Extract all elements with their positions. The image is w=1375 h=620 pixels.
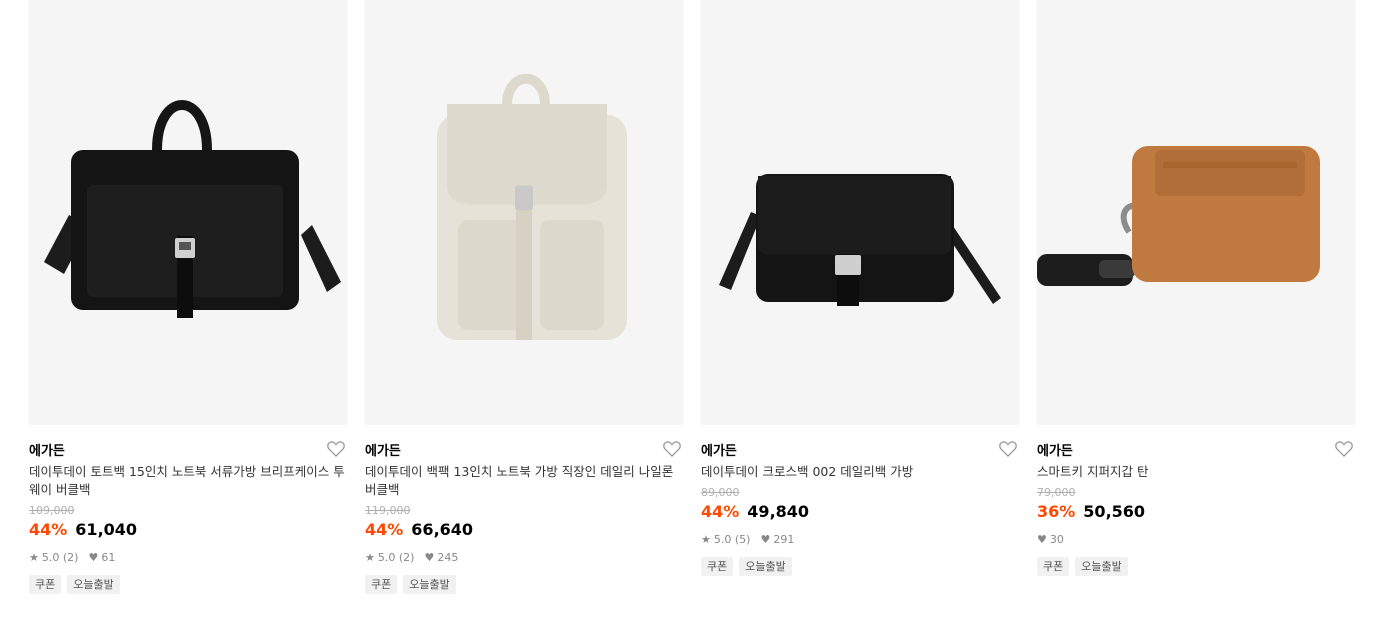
- product-title[interactable]: 데이투데이 토트백 15인치 노트북 서류가방 브리프케이스 투웨이 버클백: [29, 463, 347, 499]
- product-card[interactable]: 에가든 데이투데이 크로스백 002 데일리백 가방 89,000 44% 49…: [701, 0, 1019, 594]
- product-grid: 에가든 데이투데이 토트백 15인치 노트북 서류가방 브리프케이스 투웨이 버…: [29, 0, 1355, 594]
- product-brand[interactable]: 에가든: [701, 440, 737, 459]
- today-shipping-tag: 오늘출발: [67, 575, 120, 594]
- today-shipping-tag: 오늘출발: [739, 557, 792, 576]
- heart-icon[interactable]: [1334, 439, 1354, 459]
- discount-rate: 44%: [701, 502, 740, 521]
- rating: 5.0 (5): [713, 533, 751, 546]
- like-count: 291: [773, 533, 795, 546]
- discount-rate: 44%: [365, 520, 404, 539]
- product-brand[interactable]: 에가든: [1037, 440, 1073, 459]
- product-title[interactable]: 스마트키 지퍼지갑 탄: [1037, 463, 1355, 481]
- product-brand[interactable]: 에가든: [29, 440, 65, 459]
- heart-icon[interactable]: [998, 439, 1018, 459]
- like-count: 30: [1049, 533, 1064, 546]
- coupon-tag: 쿠폰: [701, 557, 734, 576]
- product-card[interactable]: 에가든 데이투데이 백팩 13인치 노트북 가방 직장인 데일리 나일론 버클백…: [365, 0, 683, 594]
- original-price: 119,000: [365, 504, 411, 517]
- product-title[interactable]: 데이투데이 크로스백 002 데일리백 가방: [701, 463, 1019, 481]
- heart-small-icon: ♥: [424, 551, 435, 564]
- backpack-icon: [437, 73, 627, 340]
- original-price: 79,000: [1037, 486, 1076, 499]
- sale-price: 61,040: [75, 520, 138, 539]
- discount-rate: 44%: [29, 520, 68, 539]
- product-card[interactable]: 에가든 데이투데이 토트백 15인치 노트북 서류가방 브리프케이스 투웨이 버…: [29, 0, 347, 594]
- today-shipping-tag: 오늘출발: [403, 575, 456, 594]
- product-image[interactable]: [365, 0, 683, 425]
- crossbody-bag-icon: [719, 174, 1001, 306]
- coupon-tag: 쿠폰: [365, 575, 398, 594]
- heart-icon[interactable]: [662, 439, 682, 459]
- like-count: 245: [437, 551, 459, 564]
- like-count: 61: [101, 551, 116, 564]
- sale-price: 50,560: [1083, 502, 1146, 521]
- product-brand[interactable]: 에가든: [365, 440, 401, 459]
- heart-icon[interactable]: [326, 439, 346, 459]
- coupon-tag: 쿠폰: [1037, 557, 1070, 576]
- today-shipping-tag: 오늘출발: [1075, 557, 1128, 576]
- product-image[interactable]: [701, 0, 1019, 425]
- discount-rate: 36%: [1037, 502, 1076, 521]
- sale-price: 49,840: [747, 502, 810, 521]
- original-price: 89,000: [701, 486, 740, 499]
- heart-small-icon: ♥: [1037, 533, 1047, 546]
- rating: 5.0 (2): [41, 551, 79, 564]
- product-image[interactable]: [1037, 0, 1355, 425]
- coupon-tag: 쿠폰: [29, 575, 62, 594]
- briefcase-icon: [44, 100, 341, 318]
- star-icon: ★: [365, 551, 375, 564]
- heart-small-icon: ♥: [88, 551, 99, 564]
- product-title[interactable]: 데이투데이 백팩 13인치 노트북 가방 직장인 데일리 나일론 버클백: [365, 463, 683, 499]
- product-image[interactable]: [29, 0, 347, 425]
- wallet-icon: [1037, 146, 1320, 286]
- star-icon: ★: [29, 551, 39, 564]
- star-icon: ★: [701, 533, 711, 546]
- rating: 5.0 (2): [377, 551, 415, 564]
- original-price: 109,000: [29, 504, 75, 517]
- heart-small-icon: ♥: [760, 533, 771, 546]
- product-card[interactable]: 에가든 스마트키 지퍼지갑 탄 79,000 36% 50,560 ♥ 30 쿠폰…: [1037, 0, 1355, 594]
- sale-price: 66,640: [411, 520, 474, 539]
